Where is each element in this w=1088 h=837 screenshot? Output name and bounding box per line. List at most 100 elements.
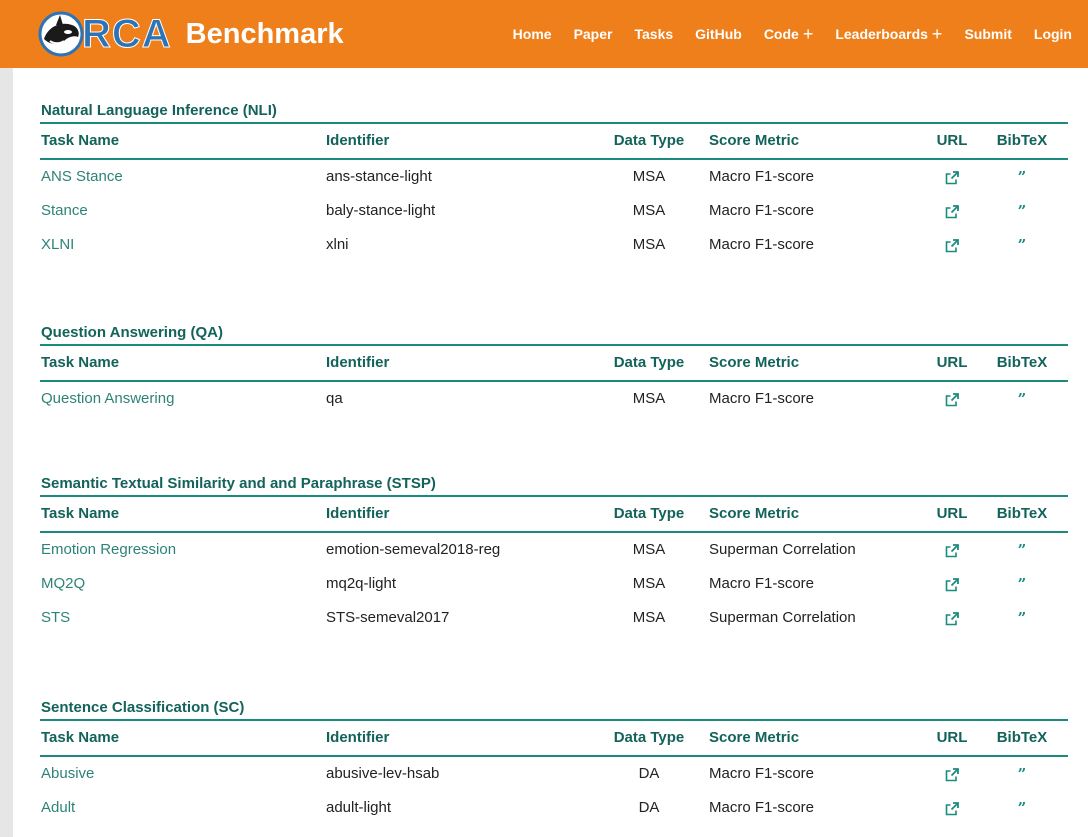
- task-name-link[interactable]: Abusive: [41, 757, 94, 791]
- task-identifier: ans-stance-light: [326, 168, 432, 185]
- header-task-name: Task Name: [41, 505, 120, 522]
- task-score-metric: Macro F1-score: [709, 390, 815, 407]
- section-title: Question Answering (QA): [40, 322, 1068, 346]
- task-score-metric: Macro F1-score: [709, 799, 815, 816]
- nav-github[interactable]: GitHub: [695, 26, 742, 42]
- quote-icon[interactable]: ”: [992, 533, 1052, 567]
- table-header-row: Task Name Identifier Data Type Score Metric…: [40, 497, 1068, 533]
- external-link-icon[interactable]: [932, 194, 972, 219]
- nav-login[interactable]: Login: [1034, 26, 1072, 42]
- table-row: Abusive abusive-lev-hsab DA Macro F1-score ”: [40, 757, 1068, 791]
- nav-home[interactable]: Home: [513, 26, 552, 42]
- nav-tasks[interactable]: Tasks: [634, 26, 673, 42]
- task-identifier: xlni: [326, 236, 349, 253]
- task-name-link[interactable]: Question Answering: [41, 382, 174, 416]
- section-title: Sentence Classification (SC): [40, 697, 1068, 721]
- task-identifier: adult-light: [326, 799, 392, 816]
- header-bibtex: BibTeX: [996, 505, 1048, 522]
- header-score-metric: Score Metric: [709, 505, 800, 522]
- header-bibtex: BibTeX: [996, 729, 1048, 746]
- header-task-name: Task Name: [41, 354, 120, 371]
- header-score-metric: Score Metric: [709, 729, 800, 746]
- task-section: Sentence Classification (SC) Task Name Ide…: [40, 697, 1068, 825]
- task-name-link[interactable]: Stance: [41, 194, 88, 228]
- task-data-type: DA: [638, 799, 660, 816]
- task-name-link[interactable]: XLNI: [41, 228, 74, 262]
- external-link-icon[interactable]: [932, 160, 972, 185]
- header-url: URL: [936, 505, 968, 522]
- task-identifier: emotion-semeval2018-reg: [326, 541, 501, 558]
- task-section: Question Answering (QA) Task Name Identifi…: [40, 322, 1068, 416]
- task-data-type: MSA: [632, 202, 666, 219]
- task-data-type: MSA: [632, 168, 666, 185]
- task-section: Semantic Textual Similarity and and Para…: [40, 473, 1068, 635]
- site-logo[interactable]: RCA Benchmark: [38, 10, 344, 58]
- header-url: URL: [936, 132, 968, 149]
- header-score-metric: Score Metric: [709, 354, 800, 371]
- header-identifier: Identifier: [326, 729, 390, 746]
- section-title: Natural Language Inference (NLI): [40, 100, 1068, 124]
- table-row: MQ2Q mq2q-light MSA Macro F1-score ”: [40, 567, 1068, 601]
- navbar: RCA Benchmark Home Paper Tasks GitHub Co…: [0, 0, 1088, 68]
- task-identifier: STS-semeval2017: [326, 609, 450, 626]
- quote-icon[interactable]: ”: [992, 601, 1052, 635]
- header-data-type: Data Type: [613, 354, 685, 371]
- header-url: URL: [936, 354, 968, 371]
- quote-icon[interactable]: ”: [992, 382, 1052, 416]
- table-row: Emotion Regression emotion-semeval2018-re…: [40, 533, 1068, 567]
- header-task-name: Task Name: [41, 729, 120, 746]
- task-data-type: MSA: [632, 541, 666, 558]
- quote-icon[interactable]: ”: [992, 228, 1052, 262]
- external-link-icon[interactable]: [932, 567, 972, 592]
- task-data-type: MSA: [632, 609, 666, 626]
- task-score-metric: Macro F1-score: [709, 236, 815, 253]
- main-nav: Home Paper Tasks GitHub Code + Leaderboar…: [470, 0, 1088, 68]
- nav-leaderboards-dropdown[interactable]: Leaderboards +: [835, 24, 942, 45]
- header-bibtex: BibTeX: [996, 354, 1048, 371]
- nav-submit[interactable]: Submit: [964, 26, 1011, 42]
- nav-code-label: Code: [763, 25, 799, 42]
- task-identifier: mq2q-light: [326, 575, 397, 592]
- table-header-row: Task Name Identifier Data Type Score Metric…: [40, 721, 1068, 757]
- task-identifier: qa: [326, 390, 343, 407]
- task-name-link[interactable]: Adult: [41, 791, 75, 825]
- task-data-type: MSA: [632, 390, 666, 407]
- nav-paper[interactable]: Paper: [574, 26, 613, 42]
- quote-icon[interactable]: ”: [992, 567, 1052, 601]
- task-score-metric: Macro F1-score: [709, 765, 815, 782]
- quote-icon[interactable]: ”: [992, 791, 1052, 825]
- quote-icon[interactable]: ”: [992, 757, 1052, 791]
- external-link-icon[interactable]: [932, 601, 972, 626]
- table-header-row: Task Name Identifier Data Type Score Metric…: [40, 124, 1068, 160]
- external-link-icon[interactable]: [932, 382, 972, 407]
- table-row: ANS Stance ans-stance-light MSA Macro F1-sc…: [40, 160, 1068, 194]
- table-row: Stance baly-stance-light MSA Macro F1-score…: [40, 194, 1068, 228]
- task-score-metric: Macro F1-score: [709, 168, 815, 185]
- plus-icon: +: [802, 23, 814, 44]
- logo-text: RCA: [82, 11, 172, 56]
- header-identifier: Identifier: [326, 132, 390, 149]
- task-name-link[interactable]: STS: [41, 601, 70, 635]
- task-name-link[interactable]: MQ2Q: [41, 567, 85, 601]
- main-content: Natural Language Inference (NLI) Task Nam…: [13, 68, 1088, 837]
- external-link-icon[interactable]: [932, 757, 972, 782]
- task-name-link[interactable]: Emotion Regression: [41, 533, 176, 567]
- header-bibtex: BibTeX: [996, 132, 1048, 149]
- external-link-icon[interactable]: [932, 533, 972, 558]
- task-identifier: baly-stance-light: [326, 202, 436, 219]
- quote-icon[interactable]: ”: [992, 194, 1052, 228]
- header-task-name: Task Name: [41, 132, 120, 149]
- header-identifier: Identifier: [326, 505, 390, 522]
- external-link-icon[interactable]: [932, 228, 972, 253]
- task-score-metric: Superman Correlation: [709, 609, 856, 626]
- external-link-icon[interactable]: [932, 791, 972, 816]
- header-identifier: Identifier: [326, 354, 390, 371]
- quote-icon[interactable]: ”: [992, 160, 1052, 194]
- task-data-type: DA: [638, 765, 660, 782]
- section-title: Semantic Textual Similarity and and Para…: [40, 473, 1068, 497]
- header-score-metric: Score Metric: [709, 132, 800, 149]
- header-data-type: Data Type: [613, 132, 685, 149]
- nav-code-dropdown[interactable]: Code +: [764, 24, 814, 45]
- task-name-link[interactable]: ANS Stance: [41, 160, 123, 194]
- task-section: Natural Language Inference (NLI) Task Nam…: [40, 100, 1068, 262]
